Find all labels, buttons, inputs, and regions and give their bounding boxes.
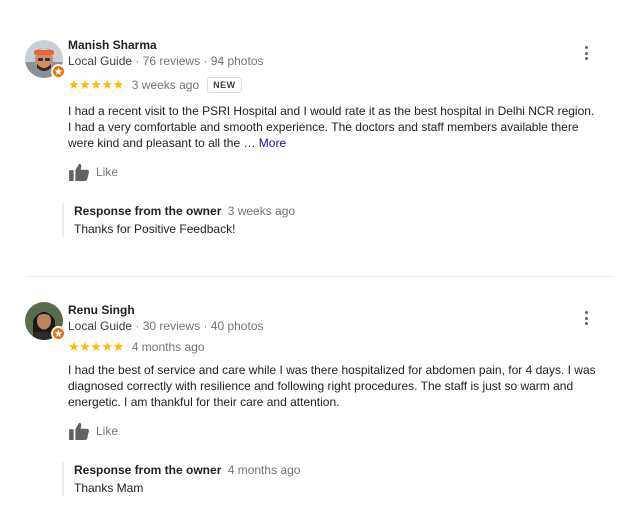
review-text-content: I had the best of service and care while… [68,363,596,409]
owner-response-title: Response from the owner [74,204,222,218]
owner-response-text: Thanks Mam [74,481,144,495]
reviewer-name[interactable]: Renu Singh [68,303,135,317]
avatar[interactable] [25,40,66,79]
star-rating: ★★★★★ [68,339,124,355]
like-button[interactable]: Like [68,422,118,440]
owner-response: Response from the owner 4 months ago Tha… [62,462,602,496]
like-label: Like [96,424,119,438]
reviewer-name[interactable]: Manish Sharma [68,38,157,52]
more-vert-icon[interactable] [578,309,594,327]
photos-count: 94 photos [210,54,264,68]
owner-response-title: Response from the owner [74,463,222,477]
rating-row: ★★★★★ 3 weeks ago NEW [68,76,242,94]
local-guide-badge-icon [51,326,66,341]
thumbs-up-icon [69,163,89,181]
local-guide-label: Local Guide [68,319,133,333]
new-badge: NEW [207,77,242,93]
like-label: Like [96,165,119,179]
like-button[interactable]: Like [68,163,118,181]
local-guide-badge-icon [51,64,66,79]
avatar[interactable] [25,302,66,341]
local-guide-label: Local Guide [68,54,133,68]
meta-separator: · [203,54,211,68]
rating-row: ★★★★★ 4 months ago [68,338,205,356]
reviews-count: 30 reviews [142,319,201,333]
reviews-count: 76 reviews [142,54,201,68]
photos-count: 40 photos [210,319,264,333]
owner-response: Response from the owner 3 weeks ago Than… [62,203,602,237]
meta-separator: · [203,319,211,333]
review-divider [28,276,614,277]
meta-separator: · [135,54,143,68]
review-text-content: I had a recent visit to the PSRI Hospita… [68,104,595,150]
owner-response-text: Thanks for Positive Feedback! [74,222,236,236]
review-time: 3 weeks ago [131,78,200,92]
review-text: I had a recent visit to the PSRI Hospita… [68,103,598,151]
more-link[interactable]: More [259,136,286,150]
owner-response-header: Response from the owner 4 months ago [74,462,602,478]
review-text: I had the best of service and care while… [68,362,598,410]
more-vert-icon[interactable] [578,44,594,62]
owner-response-time: 3 weeks ago [227,204,296,218]
meta-separator: · [135,319,143,333]
reviewer-meta: Local Guide · 76 reviews · 94 photos [68,54,264,68]
thumbs-up-icon [69,422,89,440]
reviewer-meta: Local Guide · 30 reviews · 40 photos [68,319,264,333]
owner-response-time: 4 months ago [227,463,301,477]
review-time: 4 months ago [131,340,205,354]
star-rating: ★★★★★ [68,77,124,93]
owner-response-header: Response from the owner 3 weeks ago [74,203,602,219]
